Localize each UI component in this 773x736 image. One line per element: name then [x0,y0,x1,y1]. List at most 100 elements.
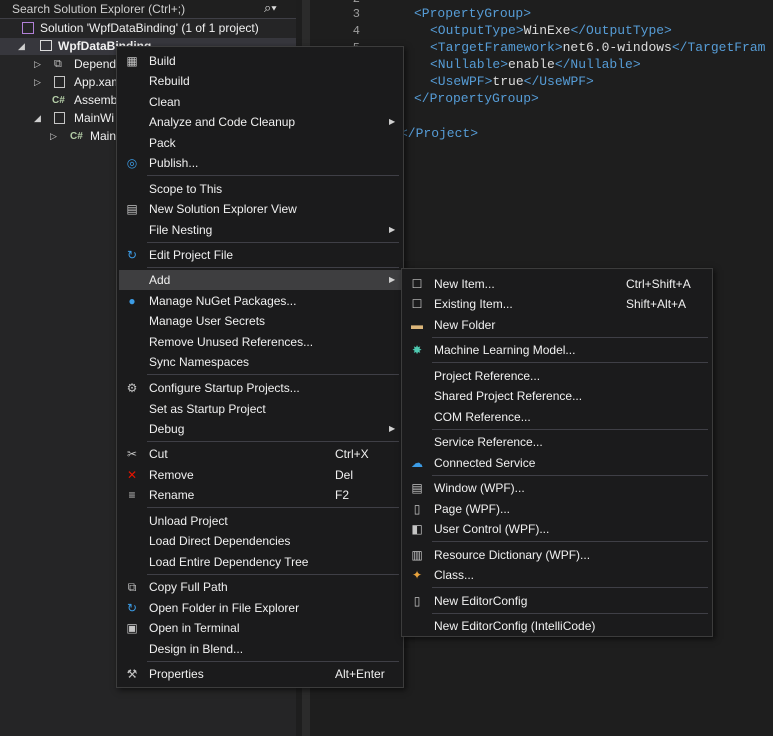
menu-item-label: New Solution Explorer View [149,202,297,216]
menu-item-user-secrets[interactable]: Manage User Secrets [119,311,401,331]
menu-item-label: New EditorConfig [434,594,528,608]
menu-item-set-startup[interactable]: Set as Startup Project [119,399,401,419]
submenu-item-shared-project-reference[interactable]: Shared Project Reference... [404,386,710,406]
globe-icon: ◎ [126,156,138,170]
xaml-file-icon [54,76,65,88]
menu-item-open-terminal[interactable]: ▣ Open in Terminal [119,618,401,638]
code-line: <TargetFramework>net6.0-windows</TargetF… [430,40,766,55]
submenu-item-new-folder[interactable]: ▬ New Folder [404,315,710,335]
search-input[interactable]: Search Solution Explorer (Ctrl+;) [12,2,185,16]
menu-item-label: Window (WPF)... [434,481,525,495]
menu-item-shortcut: Alt+Enter [335,667,385,681]
menu-item-edit-project[interactable]: ↻ Edit Project File [119,245,401,265]
menu-item-shortcut: Ctrl+Shift+A [626,277,691,291]
menu-item-scope[interactable]: Scope to This [119,179,401,199]
expand-arrow-icon[interactable]: ▷ [50,128,57,145]
submenu-item-new-editorconfig[interactable]: ▯ New EditorConfig [404,591,710,611]
window-icon: ▤ [411,481,423,495]
menu-item-label: Machine Learning Model... [434,343,576,357]
menu-item-clean[interactable]: Clean [119,92,401,112]
menu-item-unload[interactable]: Unload Project [119,511,401,531]
submenu-item-ml-model[interactable]: ✸ Machine Learning Model... [404,340,710,360]
menu-item-label: Project Reference... [434,369,541,383]
menu-item-label: Remove [149,468,194,482]
tree-solution[interactable]: Solution 'WpfDataBinding' (1 of 1 projec… [0,20,296,37]
menu-item-design-blend[interactable]: Design in Blend... [119,639,401,659]
submenu-item-connected-service[interactable]: ☁ Connected Service [404,453,710,473]
folder-icon: ▬ [411,318,423,332]
resource-dictionary-icon: ▥ [411,548,423,562]
menu-item-label: Set as Startup Project [149,402,266,416]
submenu-item-page-wpf[interactable]: ▯ Page (WPF)... [404,499,710,519]
menu-item-configure-startup[interactable]: ⚙ Configure Startup Projects... [119,378,401,398]
menu-item-label: Load Entire Dependency Tree [149,555,309,569]
submenu-item-project-reference[interactable]: Project Reference... [404,366,710,386]
submenu-item-resource-dictionary[interactable]: ▥ Resource Dictionary (WPF)... [404,545,710,565]
submenu-item-new-item[interactable]: ☐ New Item... Ctrl+Shift+A [404,274,710,294]
ml-model-icon: ✸ [411,343,423,357]
menu-item-load-entire[interactable]: Load Entire Dependency Tree [119,552,401,572]
menu-item-load-direct[interactable]: Load Direct Dependencies [119,531,401,551]
expand-arrow-icon[interactable]: ▷ [34,56,41,73]
submenu-item-class[interactable]: ✦ Class... [404,565,710,585]
tree-item-label: App.xam [74,75,122,89]
menu-item-label: Publish... [149,156,199,170]
menu-item-rebuild[interactable]: Rebuild [119,71,401,91]
menu-item-label: New EditorConfig (IntelliCode) [434,619,596,633]
submenu-arrow-icon: ▶ [389,225,396,234]
search-icon[interactable]: ⌕▾ [264,0,277,16]
menu-item-analyze[interactable]: Analyze and Code Cleanup ▶ [119,112,401,132]
menu-item-label: Cut [149,447,168,461]
menu-item-sync-namespaces[interactable]: Sync Namespaces [119,352,401,372]
submenu-item-user-control-wpf[interactable]: ◧ User Control (WPF)... [404,519,710,539]
expand-arrow-icon[interactable]: ◢ [34,110,41,127]
file-icon: ▯ [413,594,421,608]
menu-separator [147,441,399,442]
menu-item-rename[interactable]: ≡ Rename F2 [119,485,401,505]
menu-item-remove-unused[interactable]: Remove Unused References... [119,332,401,352]
build-icon: ▦ [126,54,138,68]
menu-item-new-view[interactable]: ▤ New Solution Explorer View [119,199,401,219]
menu-item-properties[interactable]: ⚒ Properties Alt+Enter [119,664,401,684]
menu-item-build[interactable]: ▦ Build [119,51,401,71]
menu-item-label: Design in Blend... [149,642,244,656]
solution-icon [22,22,34,34]
menu-item-pack[interactable]: Pack [119,133,401,153]
line-number: 4 [352,24,360,38]
expand-arrow-icon[interactable]: ▷ [34,74,41,91]
menu-item-label: Debug [149,422,185,436]
user-control-icon: ◧ [411,522,423,536]
menu-item-file-nesting[interactable]: File Nesting ▶ [119,220,401,240]
submenu-item-window-wpf[interactable]: ▤ Window (WPF)... [404,478,710,498]
menu-item-label: Open Folder in File Explorer [149,601,300,615]
menu-item-nuget[interactable]: ● Manage NuGet Packages... [119,291,401,311]
submenu-item-com-reference[interactable]: COM Reference... [404,407,710,427]
menu-item-label: Unload Project [149,514,228,528]
menu-item-label: Resource Dictionary (WPF)... [434,548,591,562]
submenu-item-existing-item[interactable]: ☐ Existing Item... Shift+Alt+A [404,294,710,314]
copy-icon: ⧉ [127,580,137,594]
csharp-file-icon: C# [70,131,83,142]
menu-item-label: COM Reference... [434,410,531,424]
menu-item-label: Page (WPF)... [434,502,511,516]
menu-item-label: Configure Startup Projects... [149,381,300,395]
menu-item-open-folder[interactable]: ↻ Open Folder in File Explorer [119,598,401,618]
menu-separator [147,175,399,176]
menu-item-publish[interactable]: ◎ Publish... [119,153,401,173]
menu-item-label: Properties [149,667,204,681]
menu-item-cut[interactable]: ✂ Cut Ctrl+X [119,444,401,464]
menu-item-label: Add [149,273,171,287]
code-line: </Project> [400,126,479,141]
menu-separator [147,574,399,575]
search-box[interactable]: Search Solution Explorer (Ctrl+;) ⌕▾ [0,0,296,19]
menu-item-remove[interactable]: ✕ Remove Del [119,465,401,485]
expand-arrow-icon[interactable]: ◢ [18,38,25,55]
close-icon: ✕ [126,468,138,482]
refresh-icon: ↻ [126,248,138,262]
menu-item-debug[interactable]: Debug ▶ [119,419,401,439]
submenu-item-new-editorconfig-intellicode[interactable]: New EditorConfig (IntelliCode) [404,616,710,636]
submenu-item-service-reference[interactable]: Service Reference... [404,432,710,452]
menu-item-copy-path[interactable]: ⧉ Copy Full Path [119,577,401,597]
menu-item-label: Copy Full Path [149,580,228,594]
menu-item-add[interactable]: Add ▶ [119,270,401,290]
